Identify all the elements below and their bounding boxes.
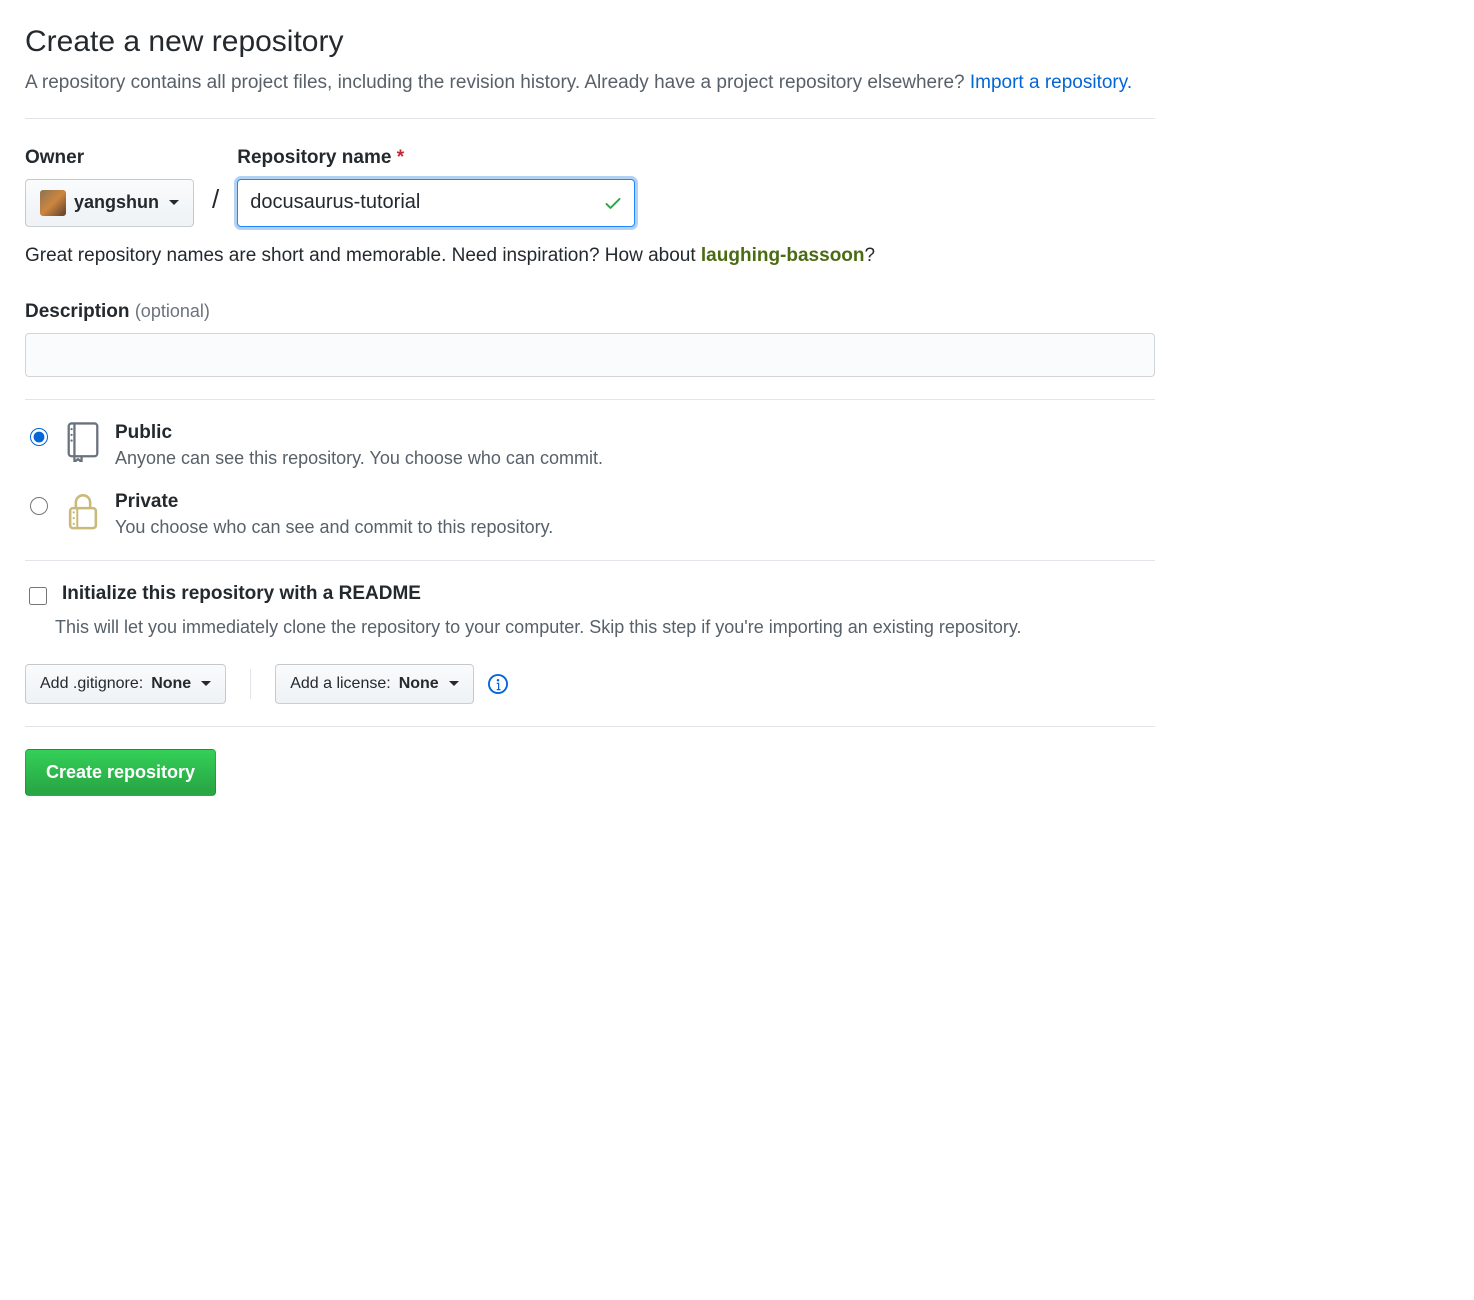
check-icon — [603, 193, 623, 213]
divider — [25, 399, 1155, 400]
divider — [25, 726, 1155, 727]
init-readme-checkbox[interactable] — [29, 587, 47, 605]
repo-name-label: Repository name * — [237, 147, 635, 169]
private-sub: You choose who can see and commit to thi… — [115, 517, 553, 538]
init-readme-sub: This will let you immediately clone the … — [25, 614, 1155, 640]
repo-icon — [65, 422, 101, 462]
description-input[interactable] — [25, 333, 1155, 377]
avatar — [40, 190, 66, 216]
caret-down-icon — [449, 681, 459, 686]
info-icon[interactable] — [488, 674, 508, 694]
page-title: Create a new repository — [25, 25, 1155, 59]
license-select-button[interactable]: Add a license: None — [275, 664, 474, 704]
owner-select-button[interactable]: yangshun — [25, 179, 194, 227]
init-readme-label: Initialize this repository with a README — [62, 583, 421, 605]
create-repo-button[interactable]: Create repository — [25, 749, 216, 796]
caret-down-icon — [169, 200, 179, 205]
caret-down-icon — [201, 681, 211, 686]
gitignore-select-button[interactable]: Add .gitignore: None — [25, 664, 226, 704]
owner-name: yangshun — [74, 192, 159, 213]
slash-separator: / — [212, 184, 219, 215]
owner-label: Owner — [25, 147, 194, 169]
divider — [25, 118, 1155, 119]
required-asterisk: * — [397, 147, 404, 168]
page-subtitle: A repository contains all project files,… — [25, 69, 1155, 98]
description-label: Description (optional) — [25, 301, 210, 322]
private-title: Private — [115, 491, 553, 513]
vertical-divider — [250, 669, 251, 699]
name-hint: Great repository names are short and mem… — [25, 245, 1155, 267]
private-radio[interactable] — [30, 497, 48, 515]
public-sub: Anyone can see this repository. You choo… — [115, 448, 603, 469]
suggested-name[interactable]: laughing-bassoon — [701, 245, 865, 266]
lock-icon — [65, 491, 101, 531]
repo-name-input[interactable] — [237, 179, 635, 227]
public-radio[interactable] — [30, 428, 48, 446]
public-title: Public — [115, 422, 603, 444]
import-repo-link[interactable]: Import a repository. — [970, 72, 1132, 93]
divider — [25, 560, 1155, 561]
